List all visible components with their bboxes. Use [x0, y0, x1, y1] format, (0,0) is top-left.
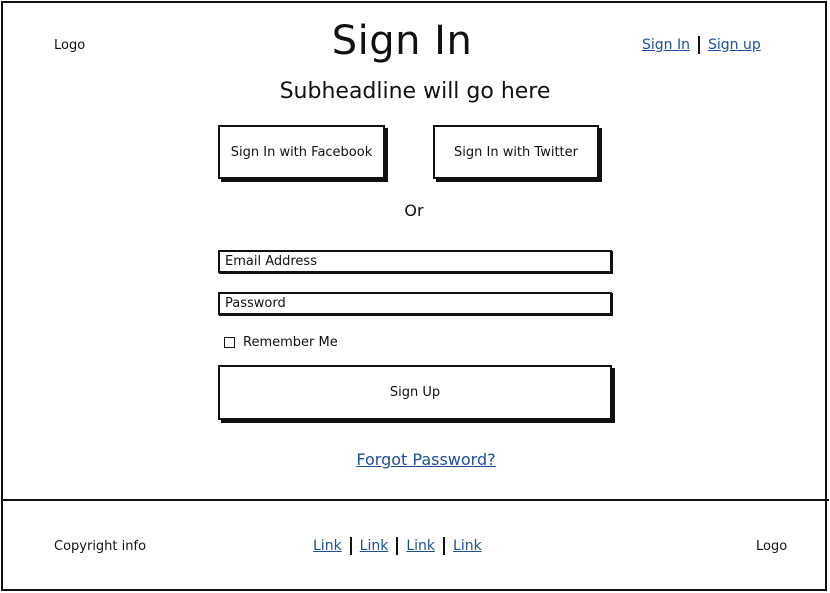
footer-link[interactable]: Link	[360, 538, 389, 554]
footer-link[interactable]: Link	[313, 538, 342, 554]
twitter-sign-in-label: Sign In with Twitter	[454, 144, 578, 160]
or-label: Or	[404, 201, 424, 220]
subheadline: Subheadline will go here	[279, 79, 551, 104]
password-field[interactable]: Password	[218, 292, 612, 315]
footer-link[interactable]: Link	[453, 538, 482, 554]
sign-up-label: Sign Up	[389, 385, 441, 400]
footer-logo: Logo	[756, 539, 788, 554]
footer-links: Link Link Link Link	[313, 537, 482, 555]
forgot-password-link[interactable]: Forgot Password?	[356, 450, 495, 469]
forgot-password: Forgot Password?	[0, 450, 830, 469]
nav-separator	[698, 36, 700, 54]
remember-me-checkbox[interactable]	[224, 337, 235, 348]
footer-link[interactable]: Link	[406, 538, 435, 554]
footer-separator	[396, 537, 399, 555]
password-placeholder: Password	[225, 296, 286, 311]
sign-up-button[interactable]: Sign Up	[218, 365, 612, 420]
nav-sign-up-link[interactable]: Sign up	[708, 37, 761, 53]
email-field[interactable]: Email Address	[218, 250, 612, 273]
footer-divider	[1, 499, 829, 501]
top-nav: Sign In Sign up	[642, 36, 761, 54]
facebook-sign-in-button[interactable]: Sign In with Facebook	[218, 125, 385, 179]
email-placeholder: Email Address	[225, 254, 317, 269]
facebook-sign-in-label: Sign In with Facebook	[230, 144, 373, 160]
twitter-sign-in-button[interactable]: Sign In with Twitter	[433, 125, 599, 179]
footer-separator	[443, 537, 446, 555]
nav-sign-in-link[interactable]: Sign In	[642, 37, 690, 53]
remember-me[interactable]: Remember Me	[224, 335, 338, 350]
footer-separator	[349, 537, 352, 555]
copyright-text: Copyright info	[54, 539, 147, 554]
remember-me-label: Remember Me	[243, 335, 338, 350]
